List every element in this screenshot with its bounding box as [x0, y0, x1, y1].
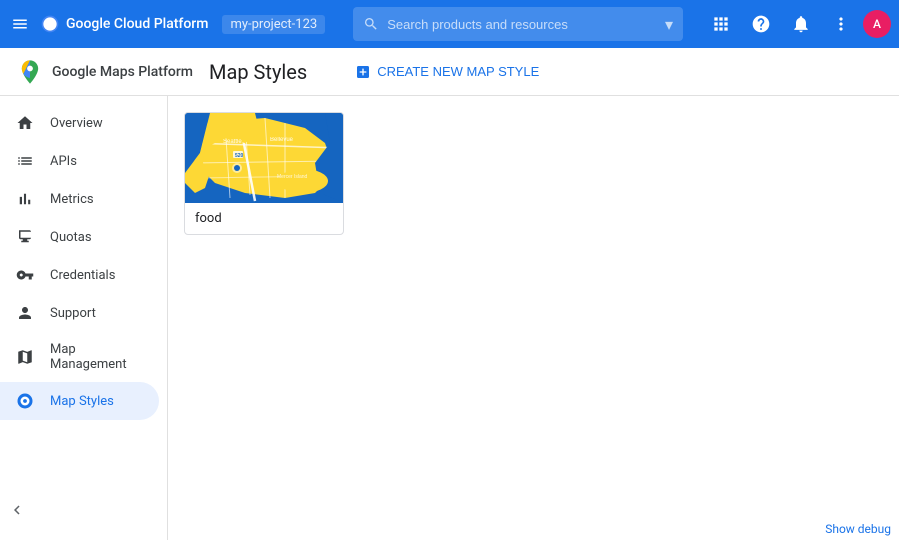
svg-text:Bellevue: Bellevue	[270, 137, 294, 143]
header-title: Google Cloud Platform	[66, 16, 208, 32]
svg-text:Seattle: Seattle	[223, 139, 242, 145]
svg-text:Mercer Island: Mercer Island	[277, 174, 308, 180]
create-button-label: CREATE NEW MAP STYLE	[377, 64, 539, 79]
bar-chart-icon	[16, 190, 34, 208]
main-content: Seattle Bellevue Mercer Island 520 food	[168, 96, 899, 540]
sub-header-actions: CREATE NEW MAP STYLE	[347, 60, 547, 84]
sidebar-item-credentials[interactable]: Credentials	[0, 256, 159, 294]
sidebar-item-support-label: Support	[50, 306, 96, 321]
monitor-icon	[16, 228, 34, 246]
sidebar-item-apis[interactable]: APIs	[0, 142, 159, 180]
sidebar-item-map-management-label: Map Management	[50, 342, 143, 372]
avatar[interactable]: A	[863, 10, 891, 38]
sidebar-item-map-styles-label: Map Styles	[50, 394, 114, 409]
maps-logo-icon	[16, 58, 44, 86]
search-input[interactable]	[387, 17, 657, 32]
search-expand-icon: ▾	[665, 15, 673, 34]
sub-header: Google Maps Platform Map Styles CREATE N…	[0, 48, 899, 96]
map-management-icon	[16, 348, 34, 366]
map-style-card-label: food	[185, 203, 343, 234]
sidebar-collapse-button[interactable]	[8, 501, 26, 524]
home-icon	[16, 114, 34, 132]
sidebar: Overview APIs Metrics Quotas Credentials	[0, 96, 168, 540]
add-box-icon	[355, 64, 371, 80]
search-bar: ▾	[353, 7, 683, 41]
grid-icon-btn[interactable]	[703, 6, 739, 42]
sidebar-item-overview[interactable]: Overview	[0, 104, 159, 142]
list-icon	[16, 152, 34, 170]
sidebar-item-quotas-label: Quotas	[50, 230, 92, 245]
svg-text:520: 520	[235, 153, 244, 159]
sidebar-item-overview-label: Overview	[50, 116, 103, 131]
cloud-logo-icon	[40, 14, 60, 34]
search-icon	[363, 16, 379, 32]
person-icon	[16, 304, 34, 322]
main-layout: Overview APIs Metrics Quotas Credentials	[0, 96, 899, 540]
header-actions: A	[703, 6, 891, 42]
page-title: Map Styles	[209, 60, 307, 84]
sidebar-item-apis-label: APIs	[50, 154, 77, 169]
header-logo-area: Google Cloud Platform my-project-123	[40, 14, 325, 34]
sidebar-item-quotas[interactable]: Quotas	[0, 218, 159, 256]
map-styles-icon	[16, 392, 34, 410]
sidebar-item-map-styles[interactable]: Map Styles	[0, 382, 159, 420]
app-logo-area: Google Maps Platform	[16, 58, 193, 86]
vpn-key-icon	[16, 266, 34, 284]
sidebar-item-support[interactable]: Support	[0, 294, 159, 332]
notifications-icon-btn[interactable]	[783, 6, 819, 42]
sidebar-item-metrics-label: Metrics	[50, 192, 94, 207]
sidebar-item-metrics[interactable]: Metrics	[0, 180, 159, 218]
map-thumbnail-svg: Seattle Bellevue Mercer Island 520	[185, 113, 344, 203]
project-selector[interactable]: my-project-123	[222, 15, 325, 34]
show-debug-link[interactable]: Show debug	[825, 522, 891, 536]
map-thumbnail: Seattle Bellevue Mercer Island 520	[185, 113, 344, 203]
top-header: Google Cloud Platform my-project-123 ▾ A	[0, 0, 899, 48]
sidebar-item-credentials-label: Credentials	[50, 268, 115, 283]
menu-icon[interactable]	[8, 12, 32, 36]
map-style-card[interactable]: Seattle Bellevue Mercer Island 520 food	[184, 112, 344, 235]
sidebar-item-map-management[interactable]: Map Management	[0, 332, 159, 382]
create-new-map-style-button[interactable]: CREATE NEW MAP STYLE	[347, 60, 547, 84]
help-icon-btn[interactable]	[743, 6, 779, 42]
more-icon-btn[interactable]	[823, 6, 859, 42]
app-name: Google Maps Platform	[52, 64, 193, 80]
